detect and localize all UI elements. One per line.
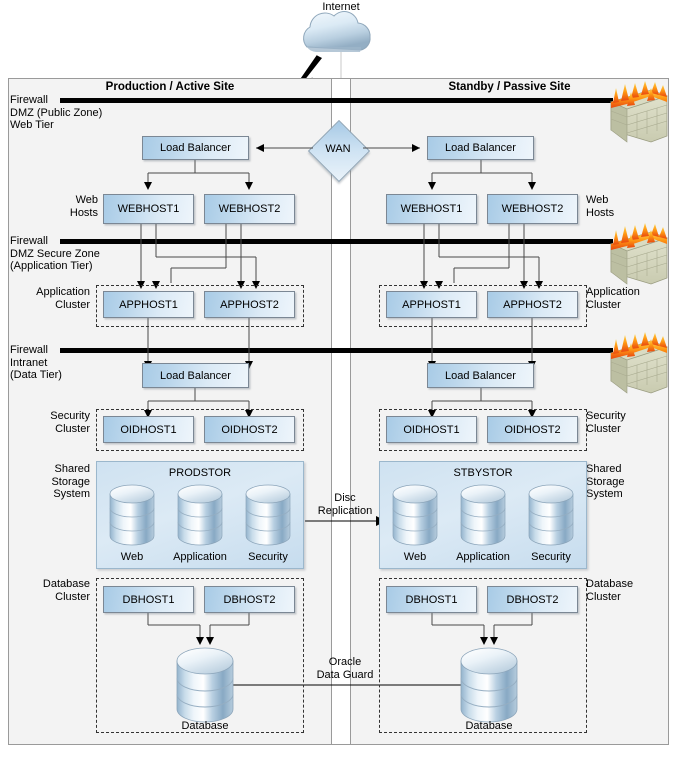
internet-label: Internet xyxy=(322,1,360,13)
diagram-outer-border xyxy=(8,78,669,745)
internet-cloud-icon xyxy=(303,11,371,52)
architecture-diagram: Internet Production / Active Site Standb… xyxy=(0,0,677,758)
